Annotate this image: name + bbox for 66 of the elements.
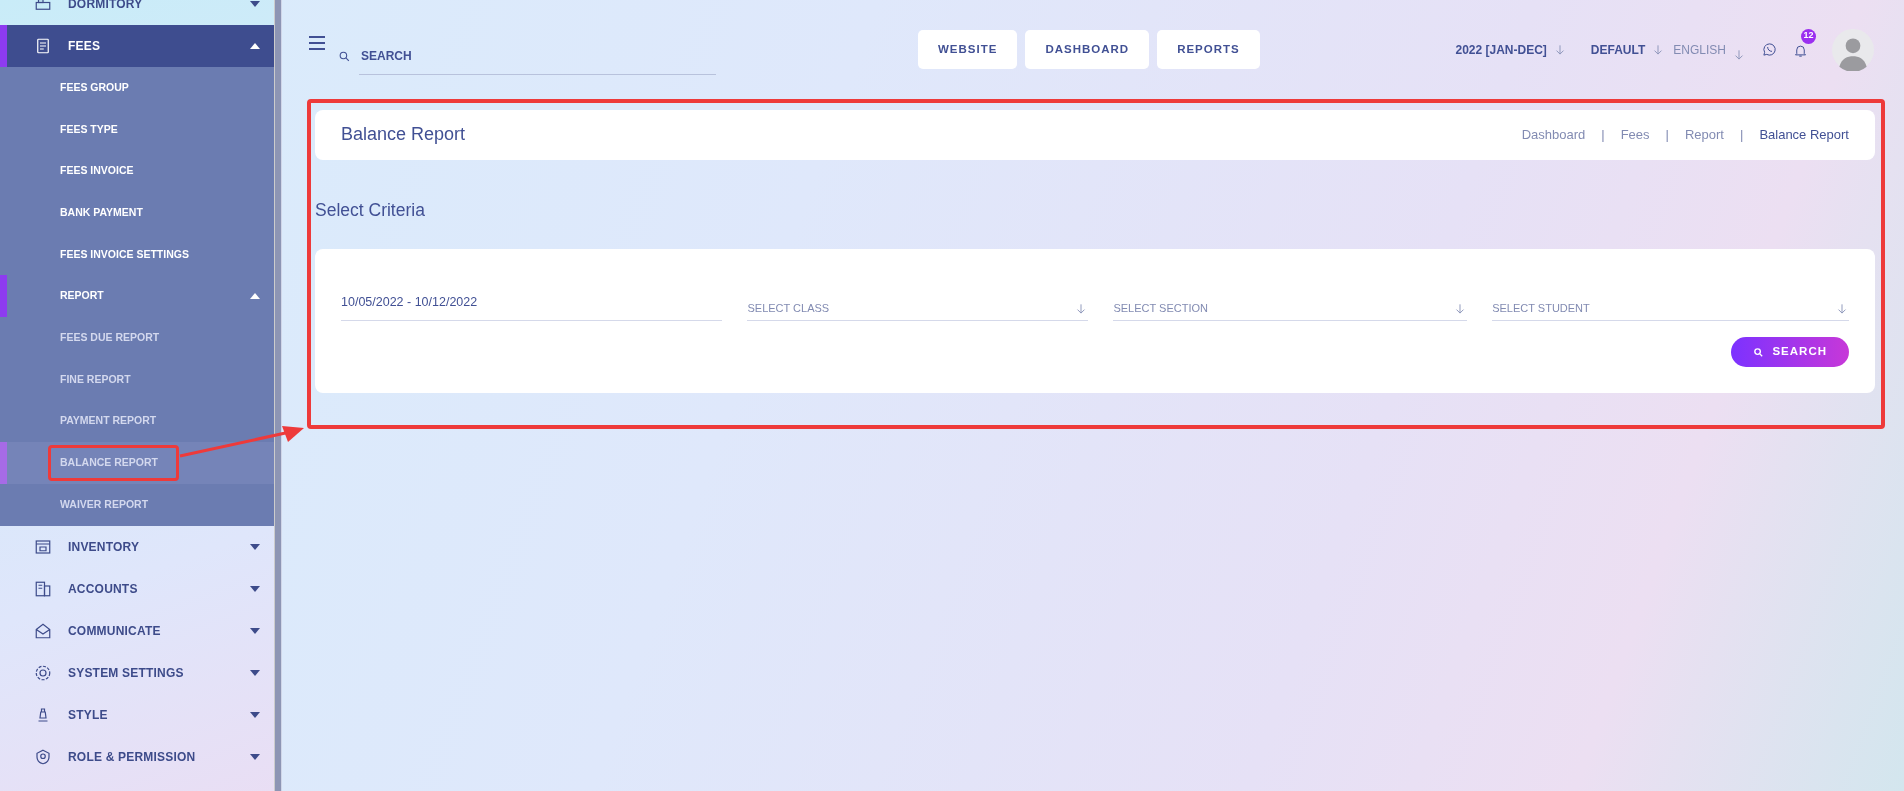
breadcrumb-link[interactable]: Report bbox=[1684, 125, 1724, 145]
submenu-item[interactable]: FEES INVOICE SETTINGS bbox=[0, 233, 274, 276]
sidebar-item[interactable]: COMMUNICATE bbox=[0, 609, 274, 652]
caret-down-icon bbox=[250, 585, 260, 592]
select-field[interactable]: SELECT STUDENT bbox=[1492, 285, 1849, 321]
sidebar-item[interactable]: DORMITORY bbox=[0, 0, 274, 25]
active-indicator bbox=[0, 25, 7, 67]
nav-button[interactable]: DASHBOARD bbox=[1025, 30, 1150, 69]
breadcrumb-link[interactable]: Dashboard bbox=[1521, 125, 1586, 145]
submenu-item[interactable]: BANK PAYMENT bbox=[0, 192, 274, 234]
section-title: Select Criteria bbox=[315, 200, 426, 221]
caret-down-icon bbox=[250, 669, 260, 676]
sidebar-item[interactable]: FEES bbox=[0, 25, 274, 67]
gear-icon bbox=[34, 663, 52, 682]
search-button[interactable]: SEARCH bbox=[1731, 337, 1849, 367]
breadcrumb-link[interactable]: Fees bbox=[1620, 125, 1650, 145]
sidebar-item[interactable]: ROLE & PERMISSION bbox=[0, 735, 274, 778]
ledger-icon bbox=[34, 579, 52, 598]
shield-icon bbox=[34, 747, 52, 766]
select-field[interactable]: SELECT SECTION bbox=[1113, 285, 1468, 321]
submenu-item[interactable]: FEES TYPE bbox=[0, 108, 274, 151]
active-indicator bbox=[0, 442, 7, 484]
caret-down-icon bbox=[250, 753, 260, 760]
submenu-item[interactable]: REPORT bbox=[0, 275, 274, 318]
scrollbar[interactable] bbox=[274, 0, 281, 791]
nav-button[interactable]: REPORTS bbox=[1157, 30, 1260, 69]
caret-down-icon bbox=[250, 1, 260, 7]
select-field[interactable]: SELECT CLASS bbox=[747, 285, 1089, 321]
breadcrumb-separator: | bbox=[1665, 126, 1669, 145]
breadcrumb-separator: | bbox=[1601, 126, 1605, 145]
search-icon bbox=[338, 50, 351, 63]
search-field[interactable]: SEARCH bbox=[359, 38, 716, 75]
caret-up-icon bbox=[250, 43, 260, 49]
caret-down-icon bbox=[250, 711, 260, 718]
menu-icon[interactable] bbox=[309, 35, 325, 50]
submenu-item[interactable]: FINE REPORT bbox=[0, 358, 274, 401]
sidebar-item[interactable]: INVENTORY bbox=[0, 525, 274, 568]
document-icon bbox=[34, 37, 52, 55]
language-select[interactable]: ENGLISH bbox=[1673, 37, 1746, 62]
caret-down-icon bbox=[250, 543, 260, 550]
avatar-icon[interactable] bbox=[1832, 28, 1874, 71]
submenu-item[interactable]: PAYMENT REPORT bbox=[0, 400, 274, 443]
active-indicator bbox=[0, 275, 7, 318]
date-range-field[interactable]: 10/05/2022 - 10/12/2022 bbox=[341, 285, 723, 321]
submenu-item[interactable]: FEES DUE REPORT bbox=[0, 317, 274, 359]
submenu-item[interactable]: FEES GROUP bbox=[0, 67, 274, 109]
chat-icon[interactable] bbox=[1762, 42, 1777, 57]
submenu-item[interactable]: FEES INVOICE bbox=[0, 150, 274, 193]
theme-select[interactable]: DEFAULT bbox=[1590, 40, 1666, 59]
sidebar-item[interactable]: SYSTEM SETTINGS bbox=[0, 651, 274, 694]
caret-up-icon bbox=[250, 293, 260, 300]
bell-icon[interactable] bbox=[1793, 42, 1808, 58]
page-title: Balance Report bbox=[341, 124, 466, 146]
breadcrumb-separator: | bbox=[1740, 126, 1744, 145]
nav-button[interactable]: WEBSITE bbox=[918, 30, 1018, 69]
session-select[interactable]: 2022 [JAN-DEC] bbox=[1455, 40, 1567, 59]
sidebar-item[interactable]: STYLE bbox=[0, 693, 274, 736]
submenu-item[interactable]: BALANCE REPORT bbox=[0, 442, 274, 484]
cabinet-icon bbox=[34, 537, 52, 556]
envelope-icon bbox=[34, 621, 52, 640]
search-icon bbox=[1753, 346, 1765, 358]
breadcrumb-link[interactable]: Balance Report bbox=[1759, 125, 1849, 145]
caret-down-icon bbox=[250, 627, 260, 634]
submenu-item[interactable]: WAIVER REPORT bbox=[0, 483, 274, 526]
notification-badge: 12 bbox=[1801, 28, 1816, 44]
sidebar-item[interactable]: ACCOUNTS bbox=[0, 567, 274, 610]
